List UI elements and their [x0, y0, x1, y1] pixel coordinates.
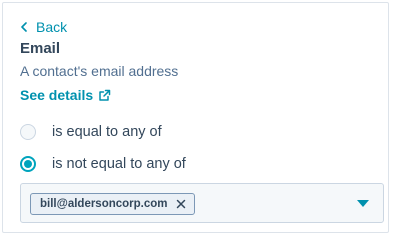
- filter-panel: Back Email A contact's email address See…: [2, 2, 389, 233]
- back-link[interactable]: Back: [20, 18, 67, 36]
- chevron-left-icon: [20, 22, 30, 32]
- value-multiselect[interactable]: bill@aldersoncorp.com: [20, 183, 384, 223]
- see-details-label: See details: [20, 87, 94, 103]
- caret-down-icon[interactable]: [357, 200, 369, 208]
- operator-label-not-equal: is not equal to any of: [52, 156, 186, 172]
- radio-button-not-equal[interactable]: [20, 156, 36, 172]
- property-title: Email: [20, 40, 61, 57]
- operator-label-equal: is equal to any of: [52, 124, 162, 140]
- external-link-icon: [98, 89, 111, 102]
- value-tag-label: bill@aldersoncorp.com: [40, 198, 168, 210]
- value-tag: bill@aldersoncorp.com: [30, 193, 195, 215]
- operator-option-not-equal[interactable]: is not equal to any of: [20, 153, 186, 175]
- operator-option-equal[interactable]: is equal to any of: [20, 121, 162, 143]
- close-icon[interactable]: [176, 199, 186, 209]
- see-details-link[interactable]: See details: [20, 87, 111, 103]
- radio-button-equal[interactable]: [20, 124, 36, 140]
- back-label: Back: [36, 19, 68, 35]
- property-description: A contact's email address: [20, 63, 179, 79]
